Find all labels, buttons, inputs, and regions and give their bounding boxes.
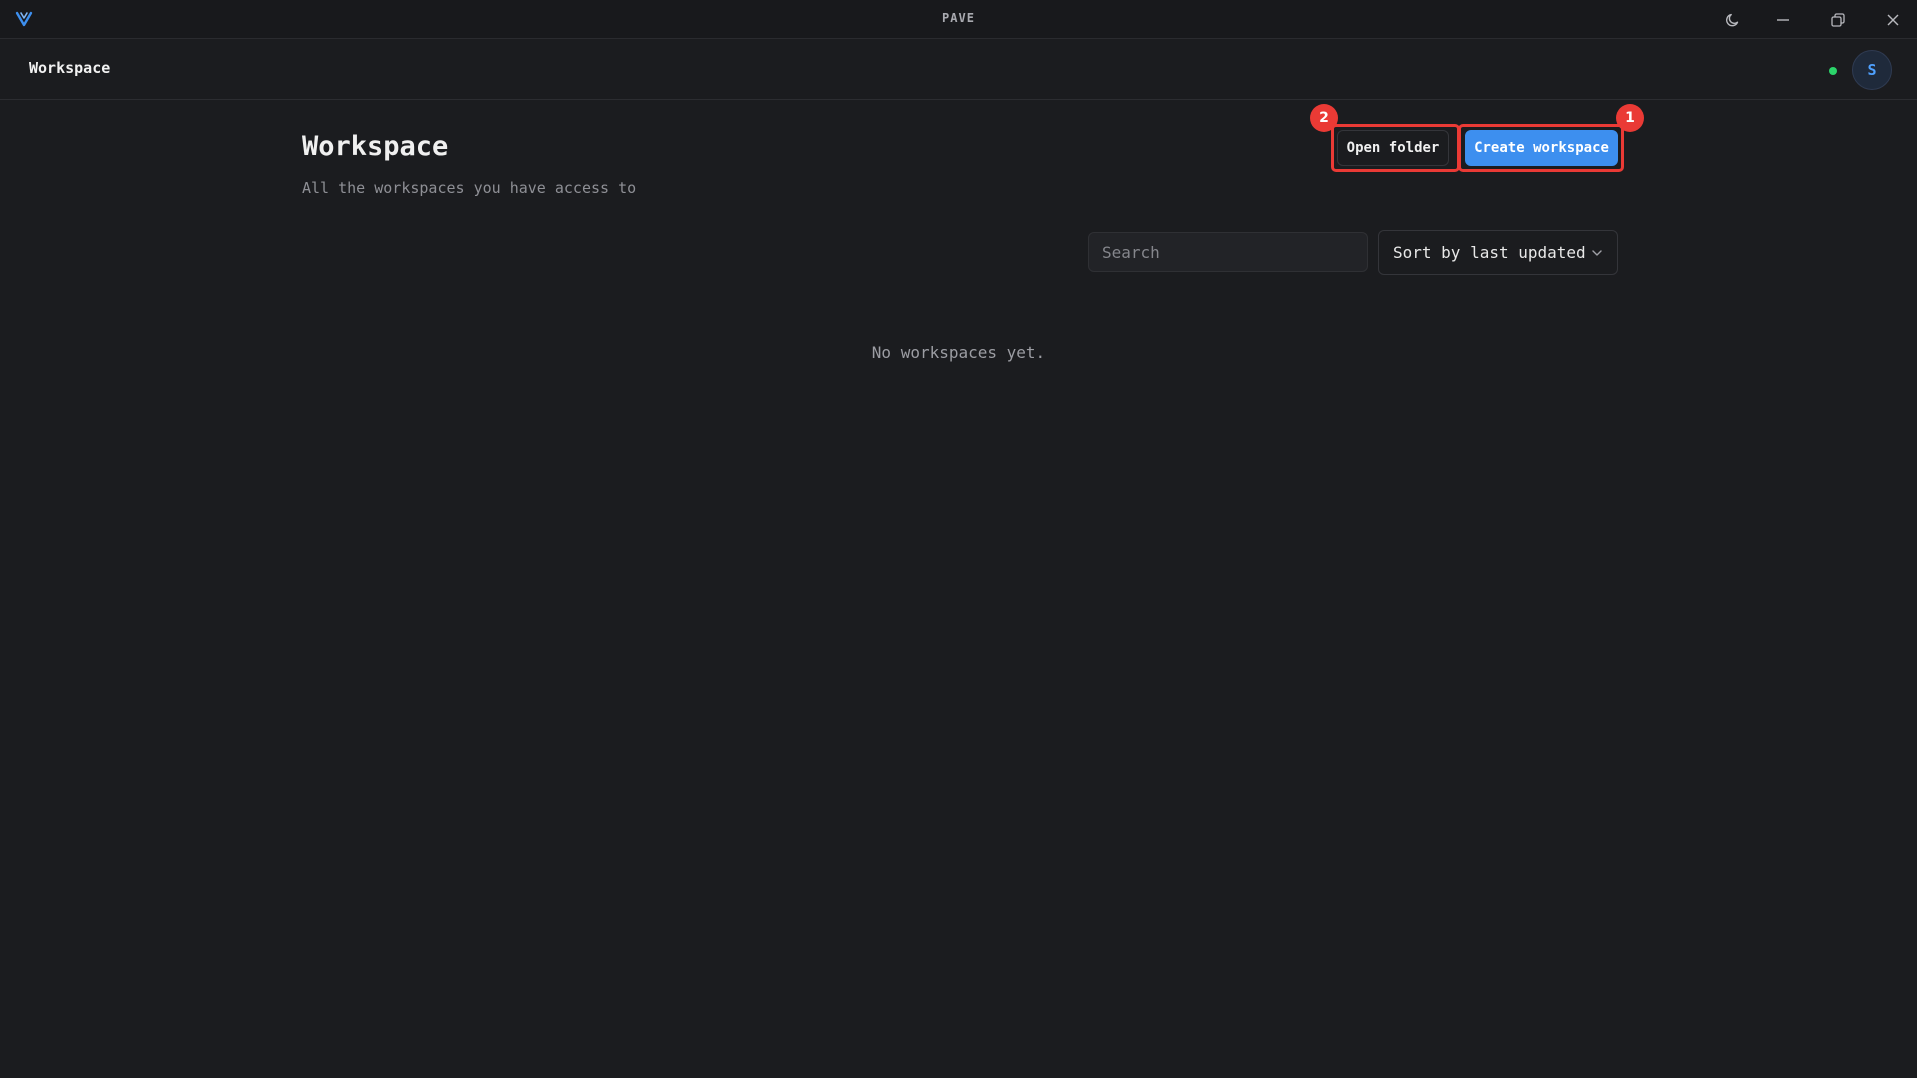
create-workspace-button[interactable]: Create workspace — [1465, 130, 1618, 166]
chevron-down-icon — [1592, 250, 1602, 256]
connection-status-indicator — [1829, 67, 1837, 75]
page-subtitle: All the workspaces you have access to — [302, 179, 637, 197]
window-title: PAVE — [942, 11, 975, 25]
title-bar: PAVE — [0, 0, 1917, 39]
annotation-badge: 1 — [1616, 104, 1644, 132]
sort-dropdown-value: Sort by last updated — [1393, 243, 1586, 262]
theme-toggle-button[interactable] — [1722, 9, 1744, 31]
minimize-icon — [1777, 19, 1789, 21]
empty-state-message: No workspaces yet. — [871, 343, 1046, 362]
close-window-button[interactable] — [1882, 9, 1904, 31]
restore-icon — [1831, 13, 1845, 27]
search-input[interactable] — [1088, 232, 1368, 272]
app-header: Workspace S — [0, 40, 1917, 100]
restore-button[interactable] — [1827, 9, 1849, 31]
page-title: Workspace — [302, 131, 449, 162]
minimize-button[interactable] — [1772, 9, 1794, 31]
header-title: Workspace — [29, 59, 111, 77]
moon-icon — [1726, 13, 1739, 27]
annotation-badge: 2 — [1310, 104, 1338, 132]
user-avatar[interactable]: S — [1852, 50, 1892, 90]
open-folder-button[interactable]: Open folder — [1337, 130, 1449, 166]
close-icon — [1887, 14, 1899, 26]
sort-dropdown[interactable]: Sort by last updated — [1378, 230, 1618, 275]
